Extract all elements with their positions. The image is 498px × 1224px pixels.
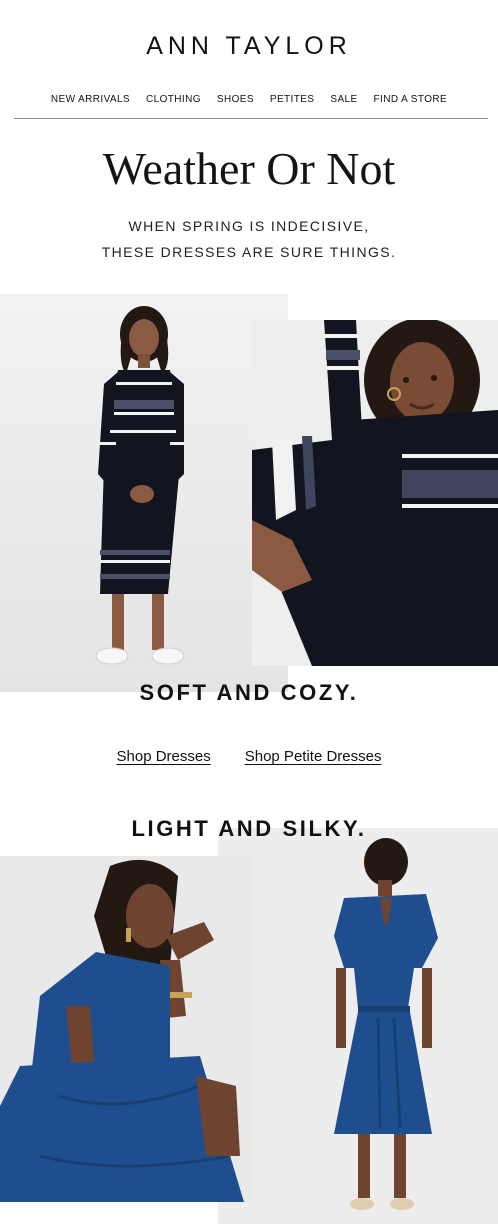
hero-subline-2: THESE DRESSES ARE SURE THINGS. [101, 244, 397, 260]
hero-headline: Weather Or Not [102, 143, 396, 194]
brand-logo[interactable]: ANN TAYLOR [0, 32, 498, 61]
section-soft-cozy-title: SOFT AND COZY. [139, 680, 359, 705]
nav-shoes[interactable]: SHOES [217, 94, 254, 105]
nav-petites[interactable]: PETITES [270, 94, 314, 105]
nav-new-arrivals[interactable]: NEW ARRIVALS [51, 94, 130, 105]
shop-links: Shop Dresses Shop Petite Dresses [0, 748, 498, 765]
knit-dress-seated-photo[interactable] [252, 320, 498, 666]
main-nav: NEW ARRIVALS CLOTHING SHOES PETITES SALE… [0, 94, 498, 105]
silk-dress-back-photo[interactable] [218, 828, 498, 1224]
shop-petite-dresses-link[interactable]: Shop Petite Dresses [245, 748, 382, 765]
nav-sale[interactable]: SALE [330, 94, 357, 105]
silk-dress-seated-photo[interactable] [0, 856, 252, 1202]
nav-clothing[interactable]: CLOTHING [146, 94, 201, 105]
knit-dress-standing-photo[interactable] [0, 294, 288, 692]
nav-divider [14, 118, 488, 119]
hero-subline-1: WHEN SPRING IS INDECISIVE, [128, 218, 370, 234]
section-light-silky-title: LIGHT AND SILKY. [131, 816, 367, 841]
nav-find-a-store[interactable]: FIND A STORE [374, 94, 448, 105]
shop-dresses-link[interactable]: Shop Dresses [117, 748, 211, 765]
